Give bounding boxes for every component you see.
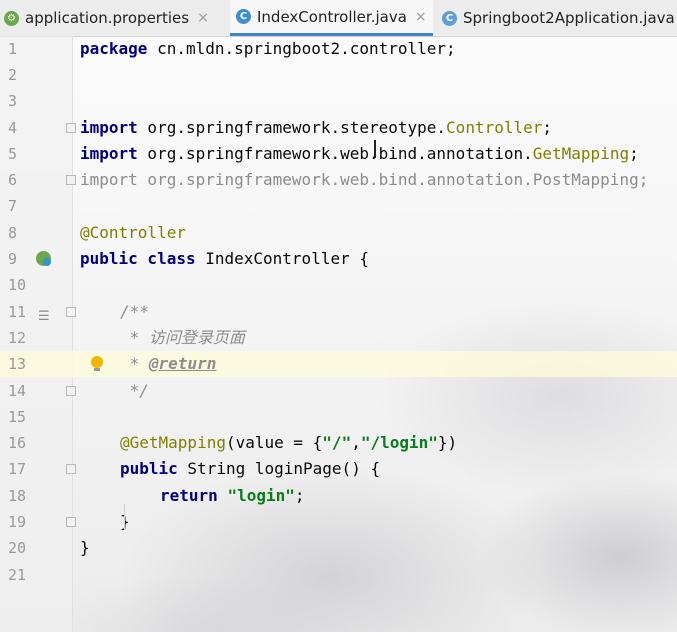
string-literal: "/" bbox=[322, 433, 352, 452]
comment: * bbox=[120, 354, 149, 373]
close-icon[interactable]: × bbox=[197, 10, 209, 26]
tab-label: Springboot2Application.java bbox=[463, 9, 675, 27]
code-editor[interactable]: 1 package cn.mldn.springboot2.controller… bbox=[0, 36, 677, 632]
line-number: 15 bbox=[8, 408, 27, 426]
code-text: }) bbox=[437, 433, 458, 452]
annotation: @GetMapping bbox=[120, 433, 226, 452]
java-class-icon: C bbox=[236, 9, 251, 24]
line-number: 21 bbox=[8, 566, 27, 584]
fold-marker-icon[interactable] bbox=[66, 464, 76, 474]
annotation: @Controller bbox=[80, 223, 186, 242]
code-line[interactable]: 14 */ bbox=[0, 378, 677, 404]
lightbulb-icon[interactable] bbox=[91, 356, 103, 371]
javadoc-tag: @return bbox=[148, 354, 217, 373]
code-text: org.springframework.web.bind.annotation. bbox=[137, 144, 533, 163]
keyword: package bbox=[80, 39, 148, 58]
code-text: ; bbox=[294, 486, 305, 505]
line-number: 17 bbox=[8, 460, 27, 478]
line-number: 1 bbox=[8, 40, 18, 58]
fold-marker-icon[interactable] bbox=[66, 175, 76, 185]
class-name: GetMapping bbox=[532, 144, 630, 163]
line-number: 4 bbox=[8, 119, 18, 137]
code-line[interactable]: 18 return "login"; bbox=[0, 483, 677, 509]
code-text: org.springframework.stereotype. bbox=[137, 118, 447, 137]
code-line[interactable]: 19 } bbox=[0, 509, 677, 535]
fold-marker-icon[interactable] bbox=[66, 517, 76, 527]
spring-boot-class-icon: C bbox=[442, 10, 457, 26]
tab-springboot2-application[interactable]: C Springboot2Application.java bbox=[442, 0, 675, 36]
current-code-line[interactable]: 13 * @return bbox=[0, 351, 677, 377]
line-number: 8 bbox=[8, 224, 18, 242]
code-line[interactable]: 1 package cn.mldn.springboot2.controller… bbox=[0, 36, 677, 62]
tab-index-controller[interactable]: C IndexController.java × bbox=[230, 0, 433, 36]
code-line[interactable]: 4 import org.springframework.stereotype.… bbox=[0, 115, 677, 141]
tab-label: IndexController.java bbox=[257, 7, 407, 26]
tab-application-properties[interactable]: ⚙ application.properties × bbox=[4, 0, 209, 36]
string-literal: "/login" bbox=[360, 433, 438, 452]
code-text: } bbox=[80, 538, 90, 557]
text-cursor bbox=[374, 140, 376, 158]
keyword: import bbox=[80, 170, 138, 189]
code-line[interactable]: 12 * 访问登录页面 bbox=[0, 325, 677, 351]
code-line[interactable]: 9 public class IndexController { bbox=[0, 246, 677, 272]
code-line[interactable]: 21 bbox=[0, 562, 677, 588]
code-line[interactable]: 2 bbox=[0, 62, 677, 88]
line-number: 14 bbox=[8, 382, 27, 400]
line-number: 12 bbox=[8, 329, 27, 347]
line-number: 16 bbox=[8, 434, 27, 452]
code-text: IndexController { bbox=[195, 249, 369, 268]
code-text: org.springframework.web.bind.annotation.… bbox=[137, 170, 649, 189]
code-line[interactable]: 11 ☰ /** bbox=[0, 299, 677, 325]
code-line[interactable]: 20 } bbox=[0, 535, 677, 561]
editor-tab-bar: ⚙ application.properties × C IndexContro… bbox=[0, 0, 677, 37]
line-number: 7 bbox=[8, 197, 18, 215]
line-number: 6 bbox=[8, 171, 18, 189]
comment: */ bbox=[120, 381, 149, 400]
keyword: public class bbox=[80, 249, 196, 268]
code-line[interactable]: 15 bbox=[0, 404, 677, 430]
close-icon[interactable]: × bbox=[415, 9, 427, 25]
line-number: 11 bbox=[8, 303, 27, 321]
code-line[interactable]: 5 import org.springframework.web.bind.an… bbox=[0, 141, 677, 167]
line-number: 3 bbox=[8, 92, 18, 110]
code-text: ; bbox=[542, 118, 553, 137]
code-line[interactable]: 8 @Controller bbox=[0, 220, 677, 246]
code-line[interactable]: 3 bbox=[0, 88, 677, 114]
line-number: 20 bbox=[8, 539, 27, 557]
fold-marker-icon[interactable] bbox=[66, 386, 76, 396]
tab-label: application.properties bbox=[25, 9, 190, 27]
code-line[interactable]: 17 public String loginPage() { bbox=[0, 456, 677, 482]
line-number: 5 bbox=[8, 145, 18, 163]
keyword: return bbox=[160, 486, 218, 505]
fold-marker-icon[interactable] bbox=[66, 307, 76, 317]
class-name: Controller bbox=[446, 118, 543, 137]
string-literal: "login" bbox=[227, 486, 295, 505]
keyword: public bbox=[120, 459, 178, 478]
line-number: 19 bbox=[8, 513, 27, 531]
line-number: 13 bbox=[8, 355, 27, 373]
code-text: , bbox=[351, 433, 361, 452]
code-text: (value = { bbox=[225, 433, 323, 452]
code-line[interactable]: 7 bbox=[0, 193, 677, 219]
code-text: ; bbox=[629, 144, 639, 163]
spring-bean-icon[interactable] bbox=[36, 251, 51, 266]
code-line[interactable]: 16 @GetMapping(value = {"/","/login"}) bbox=[0, 430, 677, 456]
code-text: String loginPage() { bbox=[177, 459, 381, 478]
line-number: 2 bbox=[8, 66, 18, 84]
code-line[interactable]: 6 import org.springframework.web.bind.an… bbox=[0, 167, 677, 193]
fold-marker-icon[interactable] bbox=[66, 123, 76, 133]
keyword: import bbox=[80, 144, 138, 163]
line-number: 10 bbox=[8, 276, 27, 294]
line-number: 9 bbox=[8, 250, 18, 268]
indent-guide bbox=[124, 504, 125, 530]
comment: /** bbox=[120, 302, 149, 321]
properties-file-icon: ⚙ bbox=[4, 10, 19, 26]
keyword: import bbox=[80, 118, 138, 137]
code-line[interactable]: 10 bbox=[0, 272, 677, 298]
comment: * 访问登录页面 bbox=[120, 328, 245, 347]
code-text: cn.mldn.springboot2.controller; bbox=[147, 39, 456, 58]
line-number: 18 bbox=[8, 487, 27, 505]
